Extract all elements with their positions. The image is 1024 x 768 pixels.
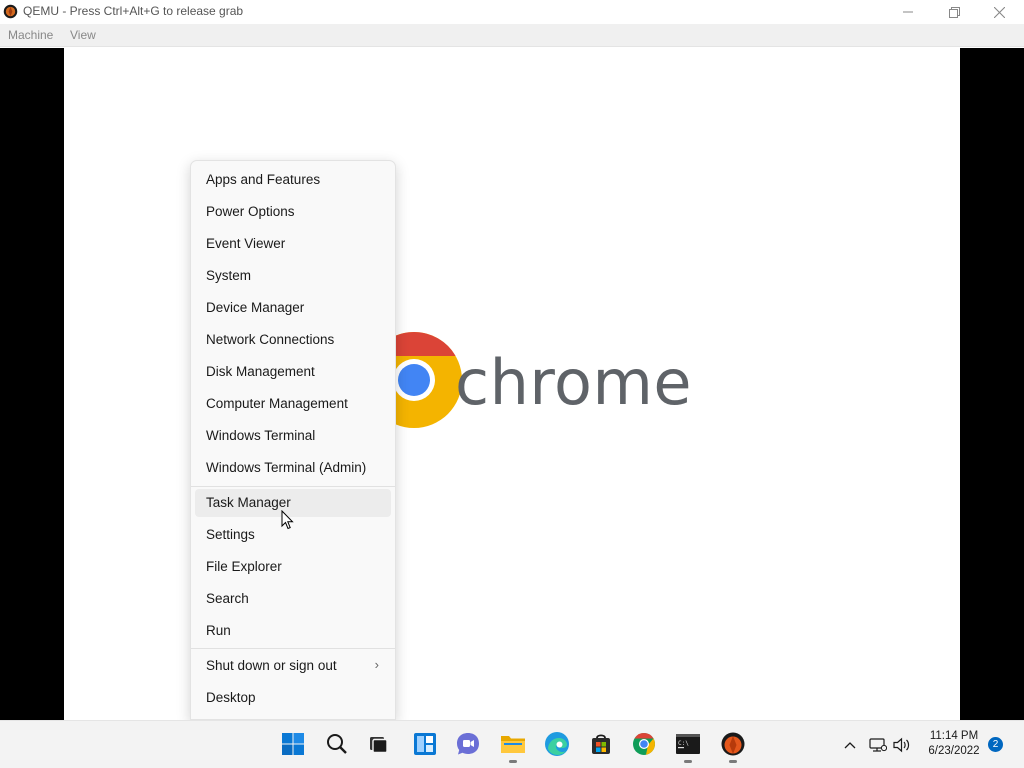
menu-item-label: Power Options <box>206 204 295 219</box>
menu-item-label: Run <box>206 623 231 638</box>
network-icon <box>869 738 887 752</box>
show-hidden-icons-button[interactable] <box>840 735 860 755</box>
mouse-pointer-icon <box>281 510 294 530</box>
taskbar-chrome[interactable] <box>630 730 658 758</box>
qemu-menu-bar: Machine View <box>0 24 1024 47</box>
menu-item-label: Shut down or sign out <box>206 658 337 673</box>
taskbar-clock[interactable]: 11:14 PM 6/23/2022 <box>918 729 990 759</box>
menu-item-label: Apps and Features <box>206 172 321 187</box>
menu-item-label: Windows Terminal <box>206 428 316 443</box>
teams-chat-icon <box>457 733 479 755</box>
menu-item-desktop[interactable]: Desktop <box>195 684 391 712</box>
menu-item-system[interactable]: System <box>195 262 391 290</box>
menu-item-label: Network Connections <box>206 332 335 347</box>
running-indicator <box>509 760 517 763</box>
running-indicator <box>684 760 692 763</box>
restore-icon <box>948 6 960 18</box>
menu-separator <box>191 486 395 487</box>
chat-button[interactable] <box>454 730 482 758</box>
menu-item-computer-management[interactable]: Computer Management <box>195 390 391 418</box>
menu-item-label: System <box>206 268 252 283</box>
menu-item-windows-terminal[interactable]: Windows Terminal <box>195 422 391 450</box>
menu-item-label: Device Manager <box>206 300 305 315</box>
widgets-icon <box>414 733 436 755</box>
notification-badge[interactable]: 2 <box>988 737 1003 752</box>
window-title: QEMU - Press Ctrl+Alt+G to release grab <box>23 4 244 18</box>
menu-item-label: Disk Management <box>206 364 315 379</box>
chrome-icon <box>633 733 655 755</box>
menu-item-label: File Explorer <box>206 559 282 574</box>
clock-date: 6/23/2022 <box>928 745 980 757</box>
qemu-icon <box>721 732 745 756</box>
taskbar-edge[interactable] <box>543 730 571 758</box>
menu-item-label: Windows Terminal (Admin) <box>206 460 367 475</box>
menu-item-device-manager[interactable]: Device Manager <box>195 294 391 322</box>
menu-item-label: Search <box>206 591 249 606</box>
menu-item-network-connections[interactable]: Network Connections <box>195 326 391 354</box>
store-icon <box>592 734 610 754</box>
menu-item-apps-and-features[interactable]: Apps and Features <box>195 166 391 194</box>
taskbar-file-explorer[interactable] <box>499 730 527 763</box>
winx-context-menu: Apps and Features Power Options Event Vi… <box>190 160 396 720</box>
folder-icon <box>501 736 525 753</box>
menu-separator <box>191 648 395 649</box>
menu-item-search[interactable]: Search <box>195 585 391 613</box>
menu-item-shut-down-or-sign-out[interactable]: Shut down or sign out › <box>195 652 391 680</box>
widgets-button[interactable] <box>411 730 439 758</box>
search-icon <box>327 734 347 754</box>
start-button[interactable] <box>279 730 307 758</box>
menu-machine[interactable]: Machine <box>8 28 53 42</box>
volume-icon <box>893 737 910 753</box>
task-view-icon <box>370 737 388 754</box>
menu-view[interactable]: View <box>70 28 96 42</box>
edge-icon <box>545 732 569 756</box>
minimize-icon <box>903 11 913 13</box>
task-view-button[interactable] <box>364 730 392 758</box>
svg-text:C:\: C:\ <box>678 740 689 747</box>
clock-time: 11:14 PM <box>929 730 979 742</box>
chevron-right-icon: › <box>374 657 379 672</box>
taskbar-qemu[interactable] <box>719 730 747 763</box>
close-icon <box>993 6 1005 18</box>
volume-tray-button[interactable] <box>892 735 912 755</box>
menu-item-label: Settings <box>206 527 255 542</box>
chevron-up-icon <box>844 742 856 749</box>
menu-item-event-viewer[interactable]: Event Viewer <box>195 230 391 258</box>
taskbar-terminal[interactable]: C:\ <box>674 730 702 763</box>
menu-item-label: Desktop <box>206 690 256 705</box>
taskbar: C:\ 11:14 PM 6/23/2022 2 <box>0 720 1024 768</box>
menu-item-file-explorer[interactable]: File Explorer <box>195 553 391 581</box>
qemu-title-bar: QEMU - Press Ctrl+Alt+G to release grab <box>0 0 1024 24</box>
taskbar-search-button[interactable] <box>323 730 351 758</box>
menu-item-label: Task Manager <box>206 495 291 510</box>
guest-display[interactable]: chrome Apps and Features Power Options E… <box>0 48 1024 720</box>
menu-item-power-options[interactable]: Power Options <box>195 198 391 226</box>
network-tray-button[interactable] <box>868 735 888 755</box>
minimize-button[interactable] <box>885 0 931 24</box>
qemu-icon <box>3 4 18 19</box>
windows-logo-icon <box>282 733 304 755</box>
chrome-wordmark: chrome <box>455 346 692 419</box>
menu-item-run[interactable]: Run <box>195 617 391 645</box>
taskbar-store[interactable] <box>587 730 615 758</box>
guest-desktop[interactable]: chrome Apps and Features Power Options E… <box>64 48 960 720</box>
terminal-icon: C:\ <box>676 734 700 754</box>
restore-button[interactable] <box>931 0 977 24</box>
running-indicator <box>729 760 737 763</box>
close-button[interactable] <box>976 0 1022 24</box>
menu-item-label: Computer Management <box>206 396 348 411</box>
menu-item-windows-terminal-admin[interactable]: Windows Terminal (Admin) <box>195 454 391 482</box>
menu-item-disk-management[interactable]: Disk Management <box>195 358 391 386</box>
menu-item-label: Event Viewer <box>206 236 286 251</box>
